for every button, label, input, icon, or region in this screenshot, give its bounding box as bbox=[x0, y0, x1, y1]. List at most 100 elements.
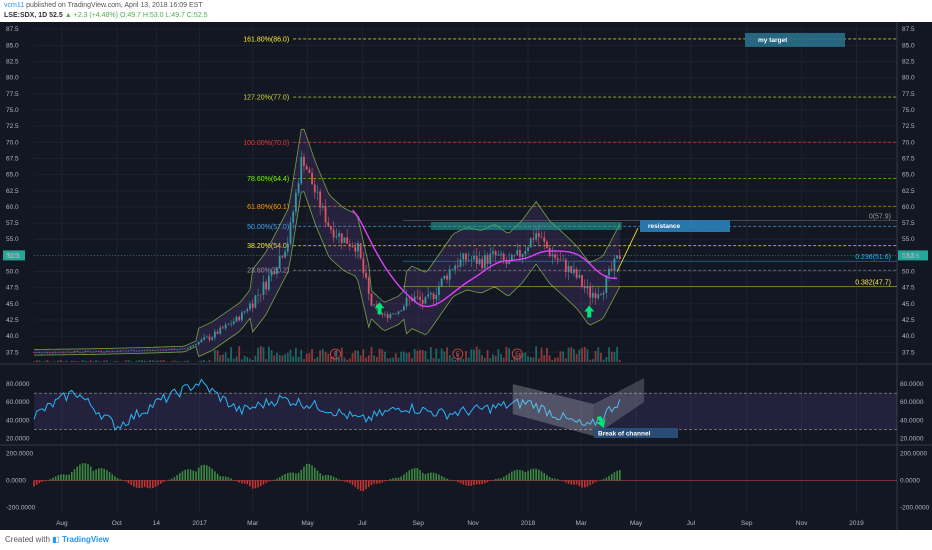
rsi-panel bbox=[33, 378, 897, 431]
volume-bar bbox=[448, 355, 451, 362]
oscillator-bar bbox=[146, 480, 149, 489]
volume-bar bbox=[440, 348, 443, 362]
volume-bar bbox=[103, 360, 106, 362]
volume-bar bbox=[324, 351, 327, 362]
volume-bar bbox=[570, 347, 573, 362]
tradingview-brand[interactable]: TradingView bbox=[62, 535, 109, 544]
volume-bar bbox=[540, 347, 543, 362]
volume-bar bbox=[159, 360, 162, 362]
volume-bar bbox=[397, 357, 400, 362]
x-tick-label: 14 bbox=[153, 520, 161, 527]
volume-bar bbox=[578, 349, 581, 362]
oscillator-bar bbox=[546, 475, 548, 481]
oscillator-bar bbox=[411, 468, 413, 481]
volume-bar bbox=[373, 355, 376, 362]
chart-svg[interactable]: 161.80%(86.0) 127.20%(77.0) 100.00%(70.0) 7… bbox=[0, 22, 932, 530]
x-tick-label: 2018 bbox=[521, 520, 536, 527]
oscillator-bar bbox=[162, 480, 165, 483]
chart-area[interactable]: 161.80%(86.0) 127.20%(77.0) 100.00%(70.0) 7… bbox=[0, 22, 932, 530]
volume-bar bbox=[500, 354, 502, 362]
volume-bar bbox=[57, 360, 60, 362]
oscillator-bar bbox=[367, 480, 370, 488]
y-tick-label-right: 80.0 bbox=[902, 75, 915, 82]
y-tick-label-right: 82.5 bbox=[902, 59, 915, 66]
oscillator-bar bbox=[189, 469, 192, 481]
price-panel: 161.80%(86.0) 127.20%(77.0) 100.00%(70.0) 7… bbox=[3, 36, 928, 362]
volume-bar bbox=[340, 347, 343, 362]
volume-bar bbox=[537, 358, 540, 362]
oscillator-bar bbox=[62, 474, 65, 481]
volume-bar bbox=[38, 360, 41, 362]
volume-bar bbox=[321, 348, 324, 362]
oscillator-bar bbox=[79, 464, 81, 481]
oscillator-bar bbox=[216, 473, 219, 481]
y-tick-label-left: 72.5 bbox=[6, 123, 19, 130]
volume-bar bbox=[176, 361, 178, 362]
oscillator-bar bbox=[405, 472, 408, 481]
volume-bar bbox=[143, 360, 146, 362]
oscillator-bar bbox=[446, 478, 448, 481]
volume-bar bbox=[378, 348, 381, 362]
volume-bar bbox=[70, 360, 73, 362]
volume-bar bbox=[389, 357, 392, 362]
oscillator-bar bbox=[106, 470, 108, 481]
y-tick-label-left: 55.0 bbox=[6, 236, 19, 243]
break-of-channel-label: Break of channel bbox=[598, 431, 651, 438]
volume-bar bbox=[35, 360, 38, 362]
volume-bar bbox=[243, 355, 246, 362]
volume-bar bbox=[483, 357, 486, 362]
volume-bar bbox=[305, 353, 308, 362]
volume-bar bbox=[203, 360, 205, 362]
bollinger-band-fill bbox=[34, 129, 620, 357]
author-link[interactable]: vcm11 bbox=[4, 2, 24, 9]
oscillator-bar bbox=[84, 463, 87, 481]
rsi-tick-left: 40.0000 bbox=[6, 417, 30, 424]
x-tick-label: May bbox=[301, 520, 314, 527]
oscillator-bar bbox=[359, 480, 362, 491]
y-tick-label-right: 62.5 bbox=[902, 188, 915, 195]
volume-bar bbox=[343, 357, 346, 362]
volume-bar bbox=[219, 355, 222, 362]
oscillator-bar bbox=[473, 480, 475, 485]
x-tick-label: Nov bbox=[796, 520, 808, 527]
volume-bar bbox=[594, 351, 597, 362]
oscillator-bar bbox=[524, 472, 527, 481]
volume-bar bbox=[238, 346, 241, 362]
volume-bar bbox=[235, 356, 238, 362]
volume-bar bbox=[346, 359, 349, 362]
y-tick-label-left: 62.5 bbox=[6, 188, 19, 195]
oscillator-bar bbox=[346, 480, 348, 483]
volume-bar bbox=[162, 360, 165, 362]
volume-bar bbox=[489, 358, 492, 362]
volume-bar bbox=[281, 355, 284, 362]
x-tick-label: 2017 bbox=[192, 520, 207, 527]
volume-bar bbox=[311, 348, 313, 362]
oscillator-bar bbox=[462, 480, 465, 485]
volume-bar bbox=[510, 359, 513, 362]
volume-bar bbox=[473, 349, 475, 362]
earnings-marker-label: E bbox=[456, 352, 460, 358]
volume-bar bbox=[97, 361, 100, 362]
volume-bar bbox=[303, 359, 305, 362]
volume-bar bbox=[292, 356, 295, 362]
oscillator-bar bbox=[214, 471, 216, 481]
volume-bar bbox=[222, 354, 224, 362]
volume-bar bbox=[200, 360, 203, 362]
volume-bar bbox=[583, 346, 586, 362]
oscillator-bar bbox=[241, 480, 243, 484]
created-with: Created with ◧ TradingView bbox=[5, 535, 109, 544]
oscillator-bar bbox=[543, 473, 546, 481]
volume-bar bbox=[465, 351, 467, 362]
volume-bar bbox=[257, 347, 259, 362]
volume-bar bbox=[556, 357, 559, 362]
oscillator-bar bbox=[92, 470, 95, 481]
fib-extension-label: 161.80%(86.0) bbox=[243, 36, 289, 43]
volume-bar bbox=[429, 347, 432, 362]
volume-bar bbox=[462, 359, 465, 362]
y-tick-label-right: 37.5 bbox=[902, 349, 915, 356]
volume-bar bbox=[297, 356, 300, 362]
volume-bar bbox=[411, 358, 413, 362]
volume-bar bbox=[608, 347, 610, 362]
y-tick-label-right: 67.5 bbox=[902, 155, 915, 162]
oscillator-bar bbox=[535, 468, 537, 481]
